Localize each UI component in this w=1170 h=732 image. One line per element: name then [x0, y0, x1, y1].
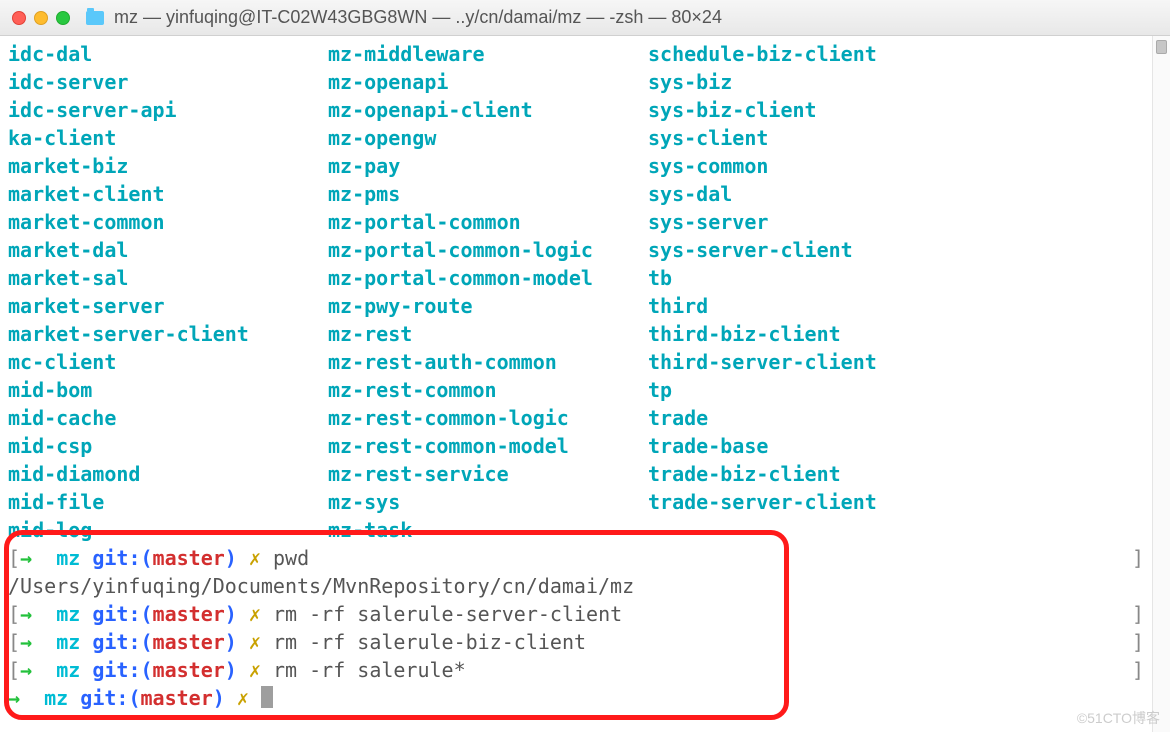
ls-item: ka-client [8, 124, 328, 152]
ls-item: mid-csp [8, 432, 328, 460]
close-icon[interactable] [12, 11, 26, 25]
ls-item: mid-bom [8, 376, 328, 404]
cursor-icon [261, 686, 273, 708]
window-title: mz — yinfuqing@IT-C02W43GBG8WN — ..y/cn/… [114, 7, 722, 28]
ls-item: idc-server-api [8, 96, 328, 124]
ls-item: market-client [8, 180, 328, 208]
ls-item: market-server [8, 292, 328, 320]
ls-item [648, 516, 1144, 544]
ls-item: sys-dal [648, 180, 1144, 208]
ls-item: mz-middleware [328, 40, 648, 68]
ls-item: tb [648, 264, 1144, 292]
prompt-section: [→ mz git:(master) ✗ pwd] /Users/yinfuqi… [8, 544, 1144, 712]
terminal-content[interactable]: idc-dalmz-middlewareschedule-biz-client i… [0, 36, 1152, 732]
ls-output: idc-dalmz-middlewareschedule-biz-client i… [8, 40, 1144, 544]
ls-item: mz-rest-common [328, 376, 648, 404]
ls-item: sys-biz [648, 68, 1144, 96]
ls-item: mz-rest-service [328, 460, 648, 488]
ls-item: market-dal [8, 236, 328, 264]
ls-item: third [648, 292, 1144, 320]
scrollbar[interactable] [1152, 36, 1170, 732]
ls-item: mid-log [8, 516, 328, 544]
ls-item: mz-rest [328, 320, 648, 348]
ls-item: mz-rest-auth-common [328, 348, 648, 376]
scroll-thumb[interactable] [1156, 40, 1167, 54]
ls-item: mz-pwy-route [328, 292, 648, 320]
ls-item: mz-openapi [328, 68, 648, 96]
ls-item: trade [648, 404, 1144, 432]
ls-item: mz-rest-common-model [328, 432, 648, 460]
ls-item: tp [648, 376, 1144, 404]
ls-item: sys-server-client [648, 236, 1144, 264]
ls-item: mid-diamond [8, 460, 328, 488]
ls-item: mid-file [8, 488, 328, 516]
ls-item: third-biz-client [648, 320, 1144, 348]
prompt-line-rm3: [→ mz git:(master) ✗ rm -rf salerule*] [8, 656, 1144, 684]
ls-item: market-server-client [8, 320, 328, 348]
ls-item: market-biz [8, 152, 328, 180]
traffic-lights [12, 11, 70, 25]
ls-item: mc-client [8, 348, 328, 376]
ls-item: sys-client [648, 124, 1144, 152]
ls-item: sys-common [648, 152, 1144, 180]
ls-item: sys-biz-client [648, 96, 1144, 124]
watermark: ©51CTO博客 [1077, 708, 1160, 728]
ls-item: market-common [8, 208, 328, 236]
ls-item: mz-pms [328, 180, 648, 208]
ls-item: mz-task [328, 516, 648, 544]
ls-item: market-sal [8, 264, 328, 292]
ls-item: sys-server [648, 208, 1144, 236]
window-titlebar: mz — yinfuqing@IT-C02W43GBG8WN — ..y/cn/… [0, 0, 1170, 36]
zoom-icon[interactable] [56, 11, 70, 25]
ls-item: third-server-client [648, 348, 1144, 376]
ls-item: idc-dal [8, 40, 328, 68]
ls-item: mz-portal-common [328, 208, 648, 236]
ls-item: schedule-biz-client [648, 40, 1144, 68]
prompt-line-rm2: [→ mz git:(master) ✗ rm -rf salerule-biz… [8, 628, 1144, 656]
ls-item: mz-sys [328, 488, 648, 516]
ls-item: mid-cache [8, 404, 328, 432]
folder-icon [86, 11, 104, 25]
ls-item: trade-biz-client [648, 460, 1144, 488]
ls-item: mz-opengw [328, 124, 648, 152]
ls-item: mz-portal-common-logic [328, 236, 648, 264]
prompt-line-cursor[interactable]: → mz git:(master) ✗ [8, 684, 1144, 712]
ls-item: mz-openapi-client [328, 96, 648, 124]
ls-item: mz-rest-common-logic [328, 404, 648, 432]
minimize-icon[interactable] [34, 11, 48, 25]
ls-item: mz-pay [328, 152, 648, 180]
prompt-line-rm1: [→ mz git:(master) ✗ rm -rf salerule-ser… [8, 600, 1144, 628]
ls-item: mz-portal-common-model [328, 264, 648, 292]
pwd-output: /Users/yinfuqing/Documents/MvnRepository… [8, 572, 1144, 600]
prompt-line-pwd: [→ mz git:(master) ✗ pwd] [8, 544, 1144, 572]
ls-item: trade-base [648, 432, 1144, 460]
ls-item: idc-server [8, 68, 328, 96]
ls-item: trade-server-client [648, 488, 1144, 516]
